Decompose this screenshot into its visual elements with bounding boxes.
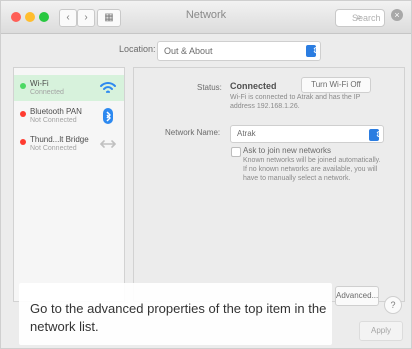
search-icon: ⌕	[356, 12, 362, 23]
ask-to-join-checkbox[interactable]	[231, 147, 241, 157]
dropdown-arrows-icon: ⇕	[369, 129, 382, 141]
status-value: Connected	[230, 81, 277, 91]
network-item-status: Not Connected	[30, 145, 77, 152]
search-field[interactable]: ⌕ Search	[335, 9, 385, 27]
status-description: Wi-Fi is connected to Atrak and has the …	[230, 94, 361, 110]
clear-search-icon[interactable]: ×	[391, 9, 403, 21]
network-name-value: Atrak	[237, 129, 256, 138]
status-dot	[20, 83, 26, 89]
help-button[interactable]: ?	[384, 296, 402, 314]
status-dot	[20, 111, 26, 117]
network-list-item-bluetooth-pan[interactable]: Bluetooth PAN Not Connected	[14, 103, 124, 129]
location-label: Location:	[119, 44, 156, 54]
status-label: Status:	[197, 83, 222, 92]
network-service-list: Wi-Fi Connected Bluetooth PAN Not Connec…	[13, 67, 125, 302]
title-bar: ‹ › ▦ Network ⌕ Search ×	[1, 1, 411, 34]
network-item-name: Bluetooth PAN	[30, 107, 82, 116]
ask-to-join-label: Ask to join new networks	[243, 146, 332, 155]
network-list-item-wifi[interactable]: Wi-Fi Connected	[14, 75, 124, 101]
wifi-icon	[98, 78, 118, 98]
ask-to-join-description: Known networks will be joined automatica…	[243, 157, 381, 182]
apply-button[interactable]: Apply	[359, 321, 403, 341]
dropdown-arrows-icon: ⇕	[306, 45, 319, 57]
network-name-dropdown[interactable]: Atrak ⇕	[230, 125, 384, 143]
status-dot	[20, 139, 26, 145]
advanced-button[interactable]: Advanced...	[335, 286, 379, 306]
location-row: Location: Out & About ⇕	[1, 41, 411, 61]
instruction-text: Go to the advanced properties of the top…	[30, 301, 327, 334]
network-item-status: Connected	[30, 89, 64, 96]
location-dropdown[interactable]: Out & About ⇕	[157, 41, 321, 61]
thunderbolt-bridge-icon	[98, 134, 118, 154]
turn-wifi-off-button[interactable]: Turn Wi-Fi Off	[301, 77, 371, 93]
network-item-status: Not Connected	[30, 117, 77, 124]
network-list-item-thunderbolt-bridge[interactable]: Thund...lt Bridge Not Connected	[14, 131, 124, 157]
location-value: Out & About	[164, 46, 213, 56]
network-item-name: Thund...lt Bridge	[30, 135, 89, 144]
bluetooth-icon	[98, 106, 118, 126]
network-name-label: Network Name:	[165, 128, 221, 137]
network-item-name: Wi-Fi	[30, 79, 49, 88]
